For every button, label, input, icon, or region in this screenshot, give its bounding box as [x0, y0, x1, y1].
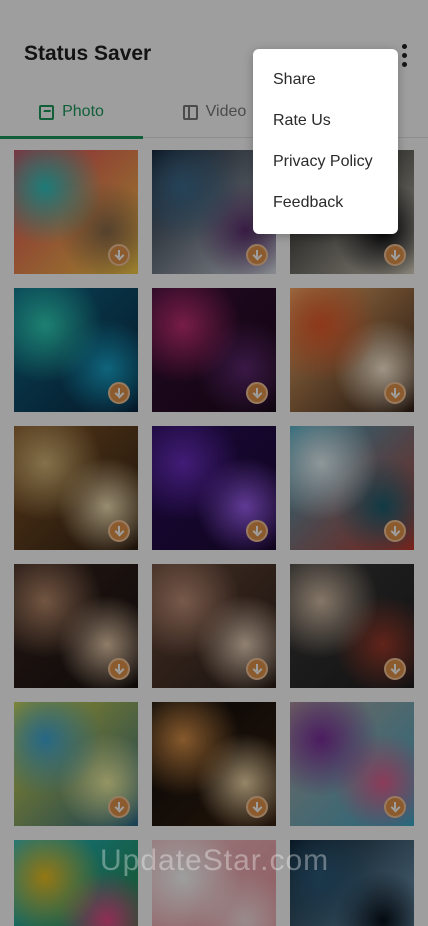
app-screen: Status Saver Photo Video UpdateStar.com …: [0, 0, 428, 926]
menu-item-feedback[interactable]: Feedback: [253, 182, 398, 223]
menu-item-rate-us[interactable]: Rate Us: [253, 100, 398, 141]
overflow-menu: Share Rate Us Privacy Policy Feedback: [253, 49, 398, 234]
watermark: UpdateStar.com: [100, 844, 330, 877]
menu-item-share[interactable]: Share: [253, 59, 398, 100]
menu-item-privacy-policy[interactable]: Privacy Policy: [253, 141, 398, 182]
